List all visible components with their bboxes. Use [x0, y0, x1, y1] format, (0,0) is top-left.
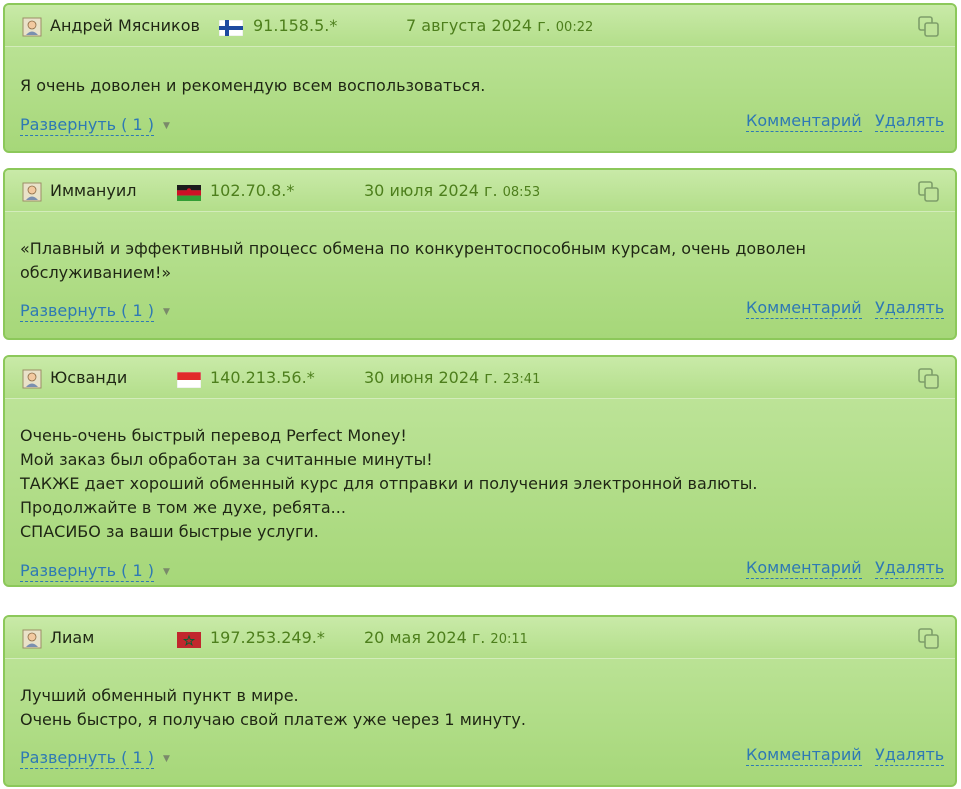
review-header: Иммануил 102.70.8.* 30 июля 2024 г. 08:5… — [5, 170, 955, 212]
malawi-flag-icon — [177, 185, 201, 201]
user-avatar-icon — [22, 369, 42, 389]
expand-arrow-icon: ▼ — [163, 307, 170, 317]
review-ip: 197.253.249.* — [210, 628, 325, 647]
review-date: 30 июня 2024 г. 23:41 — [364, 368, 541, 387]
review-time: 08:53 — [502, 185, 541, 200]
review-date: 7 августа 2024 г. 00:22 — [406, 16, 594, 35]
comment-button[interactable]: Комментарий — [746, 558, 862, 579]
expand-button[interactable]: Развернуть ( 1 ) — [20, 115, 154, 136]
review-text-line: Я очень доволен и рекомендую всем воспол… — [20, 76, 486, 95]
indonesia-flag-icon — [177, 372, 201, 388]
user-avatar-icon — [22, 17, 42, 37]
delete-button[interactable]: Удалять — [875, 745, 945, 766]
comment-button[interactable]: Комментарий — [746, 745, 862, 766]
review-text-line: Мой заказ был обработан за считанные мин… — [20, 450, 433, 469]
expand-arrow-icon: ▼ — [163, 121, 170, 131]
finland-flag-icon — [219, 20, 243, 36]
review-ip: 91.158.5.* — [253, 16, 338, 35]
user-avatar-icon — [22, 182, 42, 202]
review-header: Андрей Мясников 91.158.5.* 7 августа 202… — [5, 5, 955, 47]
review-text: Очень-очень быстрый перевод Perfect Mone… — [20, 424, 757, 544]
review-card: Юсванди 140.213.56.* 30 июня 2024 г. 23:… — [3, 355, 957, 587]
review-text-line: обслуживанием!» — [20, 263, 172, 282]
review-date: 20 мая 2024 г. 20:11 — [364, 628, 528, 647]
review-text: Я очень доволен и рекомендую всем воспол… — [20, 74, 485, 98]
review-card: Андрей Мясников 91.158.5.* 7 августа 202… — [3, 3, 957, 153]
review-card: Лиам 197.253.249.* 20 мая 2024 г. 20:11 … — [3, 615, 957, 787]
review-header: Лиам 197.253.249.* 20 мая 2024 г. 20:11 — [5, 617, 955, 659]
reviews-list: Андрей Мясников 91.158.5.* 7 августа 202… — [0, 0, 961, 789]
review-text: Лучший обменный пункт в мире. Очень быст… — [20, 684, 526, 732]
review-text-line: СПАСИБО за ваши быстрые услуги. — [20, 522, 319, 541]
delete-button[interactable]: Удалять — [875, 111, 945, 132]
review-ip: 102.70.8.* — [210, 181, 295, 200]
delete-button[interactable]: Удалять — [875, 558, 945, 579]
copy-icon[interactable] — [917, 180, 941, 204]
expand-arrow-icon: ▼ — [163, 754, 170, 764]
review-date: 30 июля 2024 г. 08:53 — [364, 181, 541, 200]
review-time: 23:41 — [502, 372, 541, 387]
review-author: Лиам — [50, 628, 95, 647]
review-text-line: Очень быстро, я получаю свой платеж уже … — [20, 710, 526, 729]
review-author: Иммануил — [50, 181, 137, 200]
review-author: Юсванди — [50, 368, 128, 387]
review-text: «Плавный и эффективный процесс обмена по… — [20, 237, 806, 285]
review-text-line: «Плавный и эффективный процесс обмена по… — [20, 239, 806, 258]
review-text-line: Очень-очень быстрый перевод Perfect Mone… — [20, 426, 407, 445]
copy-icon[interactable] — [917, 627, 941, 651]
review-text-line: Продолжайте в том же духе, ребята... — [20, 498, 346, 517]
review-author: Андрей Мясников — [50, 16, 200, 35]
comment-button[interactable]: Комментарий — [746, 111, 862, 132]
review-ip: 140.213.56.* — [210, 368, 315, 387]
copy-icon[interactable] — [917, 15, 941, 39]
expand-button[interactable]: Развернуть ( 1 ) — [20, 301, 154, 322]
review-time: 00:22 — [555, 20, 594, 35]
expand-button[interactable]: Развернуть ( 1 ) — [20, 748, 154, 769]
user-avatar-icon — [22, 629, 42, 649]
copy-icon[interactable] — [917, 367, 941, 391]
expand-arrow-icon: ▼ — [163, 567, 170, 577]
review-header: Юсванди 140.213.56.* 30 июня 2024 г. 23:… — [5, 357, 955, 399]
expand-button[interactable]: Развернуть ( 1 ) — [20, 561, 154, 582]
review-text-line: ТАКЖЕ дает хороший обменный курс для отп… — [20, 474, 758, 493]
review-card: Иммануил 102.70.8.* 30 июля 2024 г. 08:5… — [3, 168, 957, 340]
comment-button[interactable]: Комментарий — [746, 298, 862, 319]
review-time: 20:11 — [490, 632, 528, 647]
morocco-flag-icon — [177, 632, 201, 648]
delete-button[interactable]: Удалять — [875, 298, 945, 319]
review-text-line: Лучший обменный пункт в мире. — [20, 686, 299, 705]
